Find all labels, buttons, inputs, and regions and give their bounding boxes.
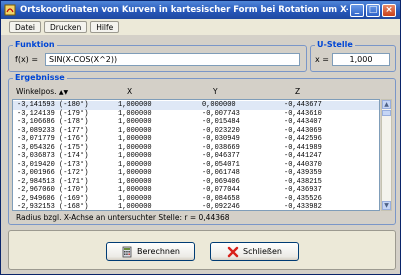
results-table[interactable]: -3,141593 (-180°) 1,000000 0,000000 -0,4436… xyxy=(12,99,380,211)
app-window: Ortskoordinaten von Kurven in kartesisch… xyxy=(0,0,401,275)
close-icon: × xyxy=(385,4,393,15)
cell-winkel: -2,932153 (-168°) xyxy=(17,203,89,211)
window-title: Ortskoordinaten von Kurven in kartesisch… xyxy=(20,5,348,15)
col-header-winkel-label: Winkelpos. xyxy=(16,87,57,96)
results-scrollbar[interactable]: ▲ ▼ xyxy=(381,99,392,211)
sort-icon: ▲▼ xyxy=(58,89,69,96)
scroll-up-icon[interactable]: ▲ xyxy=(382,100,391,109)
radius-note: Radius bzgl. X-Achse an untersuchter Ste… xyxy=(16,213,230,222)
calculator-icon xyxy=(122,246,132,257)
minimize-button[interactable]: _ xyxy=(350,3,364,17)
x-input[interactable]: 1,000 xyxy=(332,53,390,66)
title-bar[interactable]: Ortskoordinaten von Kurven in kartesisch… xyxy=(1,1,400,19)
function-label: f(x) = xyxy=(15,55,39,64)
scroll-down-icon[interactable]: ▼ xyxy=(382,201,391,210)
ustelle-group-title: U-Stelle xyxy=(315,40,355,50)
calculate-button-label: Berechnen xyxy=(137,247,180,256)
menu-hilfe[interactable]: Hilfe xyxy=(90,21,120,33)
cell-y: -0,092246 xyxy=(202,203,240,211)
menu-drucken[interactable]: Drucken xyxy=(44,21,88,33)
table-row[interactable]: -2,932153 (-168°) 1,000000 -0,092246 -0,433… xyxy=(13,203,379,211)
scroll-thumb[interactable] xyxy=(382,110,391,116)
menu-datei[interactable]: Datei xyxy=(9,21,42,33)
x-label: x = xyxy=(315,55,329,64)
close-window-button[interactable]: × xyxy=(382,3,396,17)
col-header-y[interactable]: Y xyxy=(213,87,218,96)
function-input[interactable]: SIN(X-COS(X^2)) xyxy=(45,53,300,66)
funktion-group-title: Funktion xyxy=(13,40,57,50)
col-header-winkel[interactable]: Winkelpos. ▲▼ xyxy=(16,87,68,96)
menu-bar: Datei Drucken Hilfe xyxy=(1,19,400,35)
buttons-panel xyxy=(8,230,396,270)
close-button[interactable]: Schließen xyxy=(210,242,299,261)
app-icon xyxy=(4,4,16,16)
cell-z: -0,433982 xyxy=(284,203,322,211)
ergebnisse-group-title: Ergebnisse xyxy=(13,73,67,83)
close-button-label: Schließen xyxy=(243,247,282,256)
calculate-button[interactable]: Berechnen xyxy=(106,242,195,261)
col-header-z[interactable]: Z xyxy=(295,87,300,96)
maximize-icon: □ xyxy=(368,4,378,15)
cell-x: 1,000000 xyxy=(118,203,152,211)
red-x-icon xyxy=(227,246,239,257)
minimize-icon: _ xyxy=(354,4,360,15)
maximize-button[interactable]: □ xyxy=(366,3,380,17)
results-table-header: Winkelpos. ▲▼ X Y Z xyxy=(11,87,382,98)
col-header-x[interactable]: X xyxy=(127,87,132,96)
